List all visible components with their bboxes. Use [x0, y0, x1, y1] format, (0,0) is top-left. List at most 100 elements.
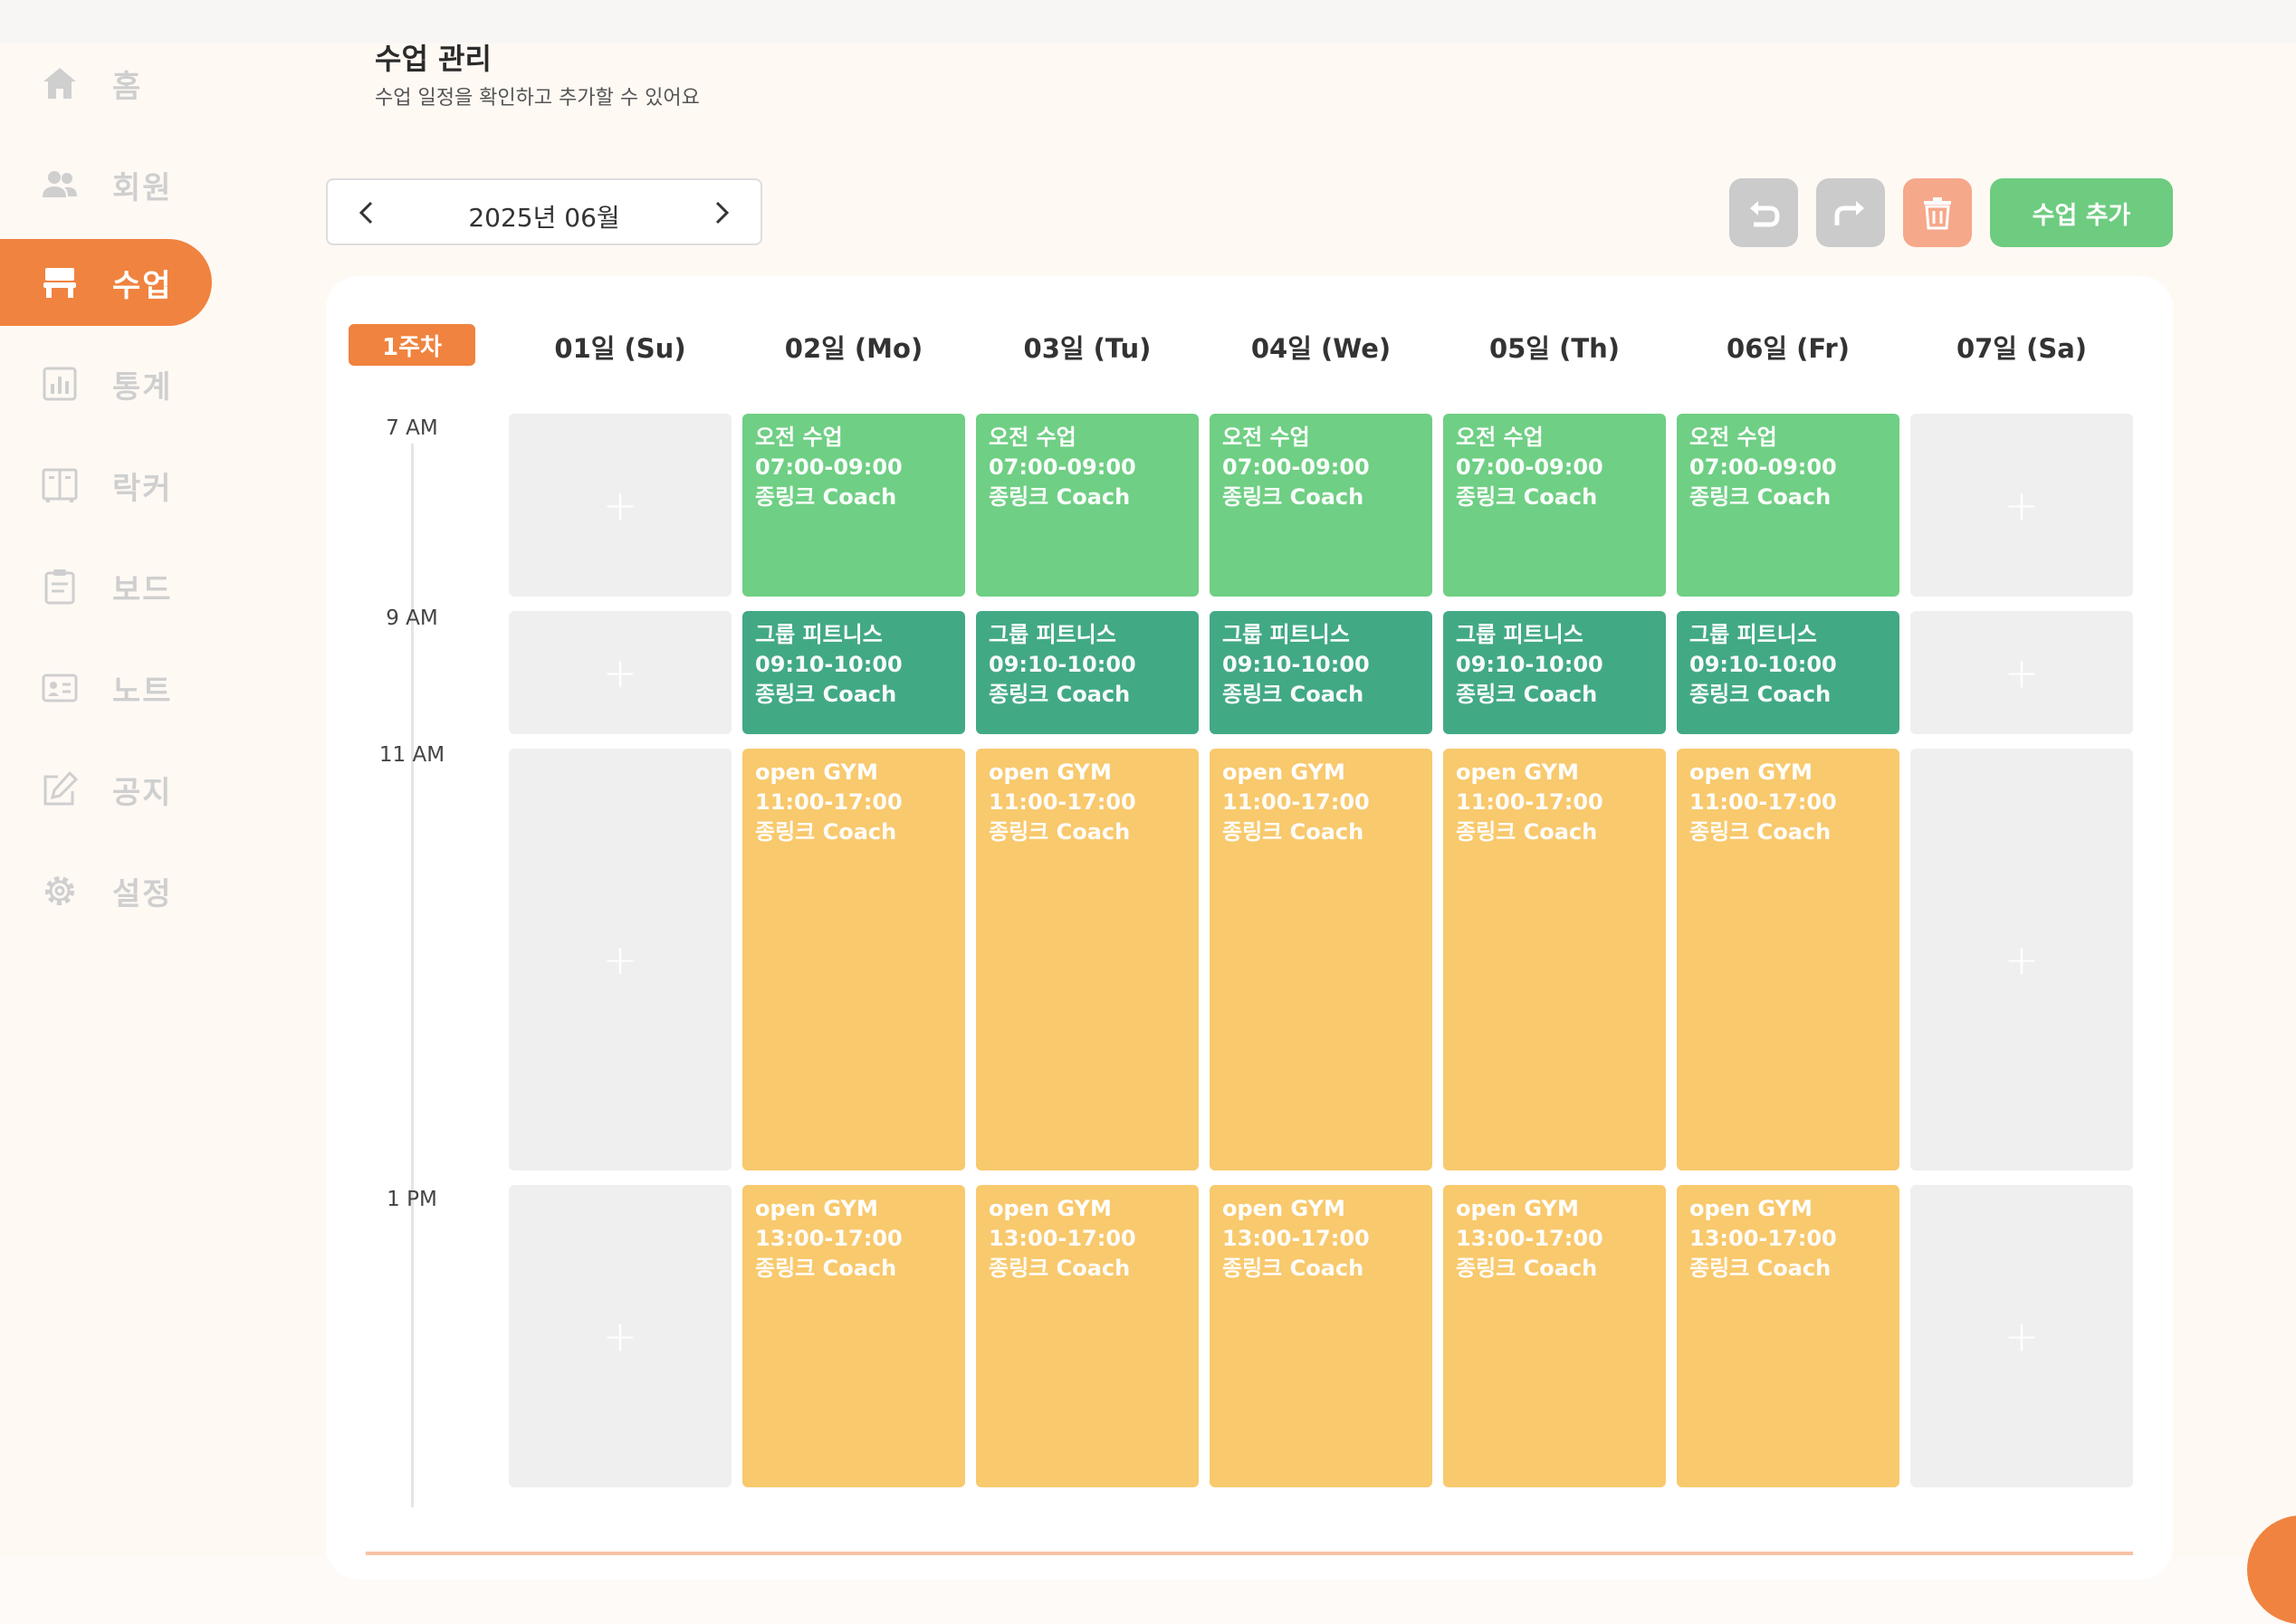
stats-icon — [40, 364, 80, 404]
class-event[interactable]: open GYM 11:00-17:00 종링크 Coach — [1677, 749, 1899, 1170]
note-icon — [40, 668, 80, 708]
event-coach: 종링크 Coach — [1222, 484, 1364, 510]
sidebar-item-members[interactable]: 회원 — [0, 141, 212, 228]
event-name: 그룹 피트니스 — [1222, 622, 1350, 647]
event-name: open GYM — [755, 759, 878, 785]
plus-icon: + — [2004, 935, 2040, 984]
day-header: 04일 (We) — [1250, 333, 1392, 364]
page-subtitle: 수업 일정을 확인하고 추가할 수 있어요 — [375, 87, 700, 110]
event-time: 11:00-17:00 — [989, 789, 1136, 815]
sidebar-item-class[interactable]: 수업 — [0, 239, 212, 326]
empty-slot-add[interactable]: + — [509, 611, 732, 734]
class-event[interactable]: 오전 수업 07:00-09:00 종링크 Coach — [1443, 414, 1666, 597]
month-selector: 2025년 06월 — [326, 178, 762, 245]
class-event[interactable]: 오전 수업 07:00-09:00 종링크 Coach — [1210, 414, 1432, 597]
event-coach: 종링크 Coach — [755, 1256, 897, 1281]
members-icon — [40, 165, 80, 205]
delete-button[interactable] — [1903, 178, 1972, 247]
class-event[interactable]: 오전 수업 07:00-09:00 종링크 Coach — [742, 414, 965, 597]
redo-button[interactable] — [1816, 178, 1885, 247]
class-event[interactable]: 그룹 피트니스 09:10-10:00 종링크 Coach — [1443, 611, 1666, 734]
plus-icon: + — [602, 935, 638, 984]
event-time: 11:00-17:00 — [1689, 789, 1837, 815]
event-coach: 종링크 Coach — [755, 819, 897, 845]
event-time: 13:00-17:00 — [989, 1226, 1136, 1251]
empty-slot-add[interactable]: + — [1910, 1185, 2133, 1487]
class-event[interactable]: 그룹 피트니스 09:10-10:00 종링크 Coach — [1677, 611, 1899, 734]
sidebar-item-notice[interactable]: 공지 — [0, 746, 212, 833]
event-time: 07:00-09:00 — [1689, 454, 1837, 480]
empty-slot-add[interactable]: + — [1910, 749, 2133, 1170]
class-event[interactable]: 오전 수업 07:00-09:00 종링크 Coach — [976, 414, 1199, 597]
class-event[interactable]: open GYM 13:00-17:00 종링크 Coach — [1677, 1185, 1899, 1487]
sidebar-item-stats[interactable]: 통계 — [0, 340, 212, 427]
sidebar-item-label: 통계 — [112, 369, 173, 406]
time-label: 9 AM — [386, 607, 438, 630]
event-name: 오전 수업 — [1689, 425, 1777, 450]
day-header: 01일 (Su) — [554, 333, 686, 364]
class-event[interactable]: open GYM 11:00-17:00 종링크 Coach — [1210, 749, 1432, 1170]
class-event[interactable]: open GYM 13:00-17:00 종링크 Coach — [742, 1185, 965, 1487]
sidebar-item-label: 락커 — [112, 471, 173, 507]
class-event[interactable]: 그룹 피트니스 09:10-10:00 종링크 Coach — [742, 611, 965, 734]
empty-slot-add[interactable]: + — [509, 1185, 732, 1487]
class-event[interactable]: 그룹 피트니스 09:10-10:00 종링크 Coach — [976, 611, 1199, 734]
class-event[interactable]: open GYM 11:00-17:00 종링크 Coach — [742, 749, 965, 1170]
redo-icon — [1834, 201, 1864, 225]
plus-icon: + — [2004, 1312, 2040, 1361]
event-time: 13:00-17:00 — [755, 1226, 903, 1251]
event-coach: 종링크 Coach — [1456, 1256, 1598, 1281]
event-time: 11:00-17:00 — [755, 789, 903, 815]
sidebar-item-label: 보드 — [112, 572, 173, 608]
class-icon — [40, 263, 80, 302]
bottom-divider — [366, 1552, 2133, 1555]
sidebar-item-board[interactable]: 보드 — [0, 543, 212, 630]
sidebar-item-label: 노트 — [112, 673, 173, 710]
event-coach: 종링크 Coach — [1222, 819, 1364, 845]
event-name: open GYM — [989, 759, 1112, 785]
sidebar-item-label: 회원 — [112, 170, 173, 206]
empty-slot-add[interactable]: + — [1910, 414, 2133, 597]
event-name: open GYM — [1456, 1196, 1579, 1221]
class-event[interactable]: 그룹 피트니스 09:10-10:00 종링크 Coach — [1210, 611, 1432, 734]
next-month-button[interactable] — [701, 193, 741, 233]
class-event[interactable]: 오전 수업 07:00-09:00 종링크 Coach — [1677, 414, 1899, 597]
empty-slot-add[interactable]: + — [509, 414, 732, 597]
top-band — [0, 0, 2296, 43]
event-time: 09:10-10:00 — [1689, 652, 1837, 677]
board-icon — [40, 567, 80, 607]
event-coach: 종링크 Coach — [1222, 682, 1364, 707]
event-coach: 종링크 Coach — [1689, 682, 1832, 707]
event-name: open GYM — [1689, 759, 1813, 785]
sidebar-item-label: 수업 — [112, 268, 173, 304]
event-name: open GYM — [1456, 759, 1579, 785]
class-event[interactable]: open GYM 13:00-17:00 종링크 Coach — [976, 1185, 1199, 1487]
plus-icon: + — [602, 481, 638, 530]
class-event[interactable]: open GYM 11:00-17:00 종링크 Coach — [976, 749, 1199, 1170]
empty-slot-add[interactable]: + — [1910, 611, 2133, 734]
event-time: 13:00-17:00 — [1689, 1226, 1837, 1251]
sidebar-item-locker[interactable]: 락커 — [0, 442, 212, 529]
event-name: 그룹 피트니스 — [755, 622, 883, 647]
sidebar-item-note[interactable]: 노트 — [0, 645, 212, 731]
sidebar-item-settings[interactable]: 설정 — [0, 847, 212, 934]
time-label: 11 AM — [378, 743, 445, 767]
event-time: 07:00-09:00 — [1456, 454, 1603, 480]
week-badge: 1주차 — [349, 324, 475, 366]
empty-slot-add[interactable]: + — [509, 749, 732, 1170]
event-time: 09:10-10:00 — [989, 652, 1136, 677]
class-event[interactable]: open GYM 13:00-17:00 종링크 Coach — [1210, 1185, 1432, 1487]
add-class-button[interactable]: 수업 추가 — [1990, 178, 2173, 247]
plus-icon: + — [602, 648, 638, 697]
event-time: 07:00-09:00 — [989, 454, 1136, 480]
class-event[interactable]: open GYM 11:00-17:00 종링크 Coach — [1443, 749, 1666, 1170]
event-time: 11:00-17:00 — [1222, 789, 1370, 815]
event-name: 그룹 피트니스 — [1689, 622, 1817, 647]
undo-button[interactable] — [1729, 178, 1798, 247]
event-name: open GYM — [989, 1196, 1112, 1221]
class-event[interactable]: open GYM 13:00-17:00 종링크 Coach — [1443, 1185, 1666, 1487]
event-coach: 종링크 Coach — [989, 682, 1131, 707]
sidebar-item-home[interactable]: 홈 — [0, 40, 212, 127]
event-time: 13:00-17:00 — [1222, 1226, 1370, 1251]
day-header: 07일 (Sa) — [1956, 333, 2088, 364]
